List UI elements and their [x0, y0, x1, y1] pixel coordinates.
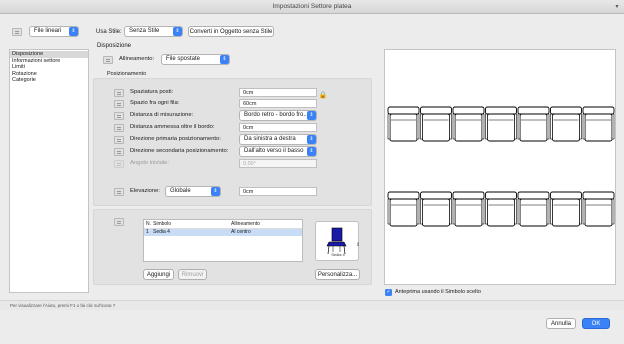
elevation-popup[interactable]: Globale ⇕: [165, 186, 221, 197]
seat: [452, 191, 485, 227]
seat: [582, 106, 615, 142]
alignment-popup[interactable]: File spostate ⇕: [161, 54, 230, 65]
symbols-table: N. Simbolo Allineamento 1 Sedia 4 Al cen…: [143, 219, 303, 262]
row-field-1[interactable]: 60cm: [239, 99, 317, 108]
chevron-updown-icon: ⇕: [307, 147, 316, 156]
row-popup-2[interactable]: Bordo retro - bordo fro... ⇕: [239, 110, 317, 121]
seating-preview: [387, 106, 615, 227]
alignment-popup-value: File spostate: [166, 56, 201, 62]
row-popup-value-2: Bordo retro - bordo fro...: [244, 112, 309, 118]
chevron-updown-icon: ⇕: [173, 27, 182, 36]
chevron-updown-icon: ⇕: [220, 55, 229, 64]
seat: [550, 106, 582, 142]
col-header-alignment: Allineamento: [231, 220, 260, 227]
object-popup[interactable]: File lineari ⇕: [29, 26, 79, 37]
style-label: Usa Stile:: [96, 29, 122, 35]
col-header-n: N.: [146, 220, 151, 227]
elevation-row-icon[interactable]: [114, 188, 124, 196]
row-symbol: Sedia 4: [153, 229, 170, 236]
status-bar: Per visualizzare l'Aiuto, premi F1 o fai…: [0, 300, 624, 310]
convert-button[interactable]: Converti in Oggetto senza Stile: [188, 26, 274, 37]
chevron-updown-icon: ⇕: [307, 111, 316, 120]
row-icon-6[interactable]: [114, 160, 124, 168]
row-label-5: Direzione secondaria posizionamento:: [130, 148, 229, 154]
alignment-label: Allineamento:: [119, 56, 155, 62]
row-popup-4[interactable]: Da sinistra a destra ⇕: [239, 134, 317, 145]
elevation-popup-value: Globale: [170, 188, 191, 194]
row-icon-3[interactable]: [114, 124, 124, 132]
style-popup-value: Senza Stile: [129, 28, 160, 34]
preview-checkbox-label: Anteprima usando il Simbolo scelto: [395, 289, 481, 295]
add-button[interactable]: Aggiungi: [143, 269, 174, 280]
seat: [582, 191, 615, 227]
chevron-updown-icon: ⇕: [211, 187, 220, 196]
object-popup-value: File lineari: [34, 28, 62, 34]
row-label-4: Direzione primaria posizionamento:: [130, 136, 221, 142]
row-icon-1[interactable]: [114, 100, 124, 108]
table-row[interactable]: 1 Sedia 4 Al centro: [144, 228, 302, 236]
seat: [550, 191, 582, 227]
seat: [420, 106, 452, 142]
symbol-thumbnail[interactable]: ⇕ Sedia 4: [315, 221, 360, 261]
row-label-2: Distanza di misurazione:: [130, 112, 194, 118]
symbols-row-icon[interactable]: [114, 218, 124, 226]
style-popup[interactable]: Senza Stile ⇕: [124, 26, 183, 37]
elevation-label: Elevazione:: [130, 188, 160, 194]
seat: [420, 191, 452, 227]
object-list-icon[interactable]: [12, 28, 22, 36]
row-popup-value-5: Dall'alto verso il basso: [244, 148, 304, 154]
customize-button[interactable]: Personalizza...: [315, 269, 360, 280]
row-icon-5[interactable]: [114, 148, 124, 156]
cancel-button[interactable]: Annulla: [546, 318, 576, 329]
preview-checkbox[interactable]: ✓: [385, 289, 392, 296]
elevation-field[interactable]: 0cm: [239, 187, 317, 196]
seat: [517, 106, 550, 142]
preview-panel: [384, 49, 616, 285]
seat: [387, 191, 420, 227]
seat: [452, 106, 485, 142]
row-icon-4[interactable]: [114, 136, 124, 144]
window-title: Impostazioni Settore platea: [0, 0, 624, 14]
symbol-thumbnail-label: Sedia 4: [331, 252, 345, 257]
row-n: 1: [146, 229, 149, 236]
seat: [387, 106, 420, 142]
positioning-title: Posizionamento: [107, 71, 147, 77]
row-icon-2[interactable]: [114, 112, 124, 120]
alignment-row-icon[interactable]: [103, 56, 113, 64]
row-label-3: Distanza ammessa oltre il bordo:: [130, 124, 215, 130]
row-alignment: Al centro: [231, 229, 251, 236]
row-label-6: Angolo iniziale:: [130, 160, 169, 166]
section-title: Disposizione: [97, 43, 132, 49]
row-field-3[interactable]: 0cm: [239, 123, 317, 132]
sidebar-item-4[interactable]: Categorie: [10, 77, 88, 84]
seat: [485, 191, 517, 227]
chevron-updown-icon: ⇕: [307, 135, 316, 144]
row-field-0[interactable]: 0cm: [239, 88, 317, 97]
seat: [517, 191, 550, 227]
ok-button[interactable]: OK: [582, 318, 610, 329]
svg-text:⇕: ⇕: [356, 242, 360, 248]
lock-icon[interactable]: 🔒: [318, 91, 328, 101]
col-header-symbol: Simbolo: [153, 220, 172, 227]
chevron-updown-icon: ⇕: [69, 27, 78, 36]
row-icon-0[interactable]: [114, 89, 124, 97]
row-popup-5[interactable]: Dall'alto verso il basso ⇕: [239, 146, 317, 157]
seat: [485, 106, 517, 142]
remove-button[interactable]: Rimuovi: [178, 269, 207, 280]
row-field-6[interactable]: 0.00°: [239, 159, 317, 168]
window-menu-icon[interactable]: ▾: [614, 3, 620, 11]
row-label-1: Spazio fra ogni fila:: [130, 100, 180, 106]
row-label-0: Spaziatura posti:: [130, 89, 174, 95]
category-sidebar: Disposizione Informazioni settore Limiti Ro…: [9, 49, 89, 293]
row-popup-value-4: Da sinistra a destra: [244, 136, 296, 142]
